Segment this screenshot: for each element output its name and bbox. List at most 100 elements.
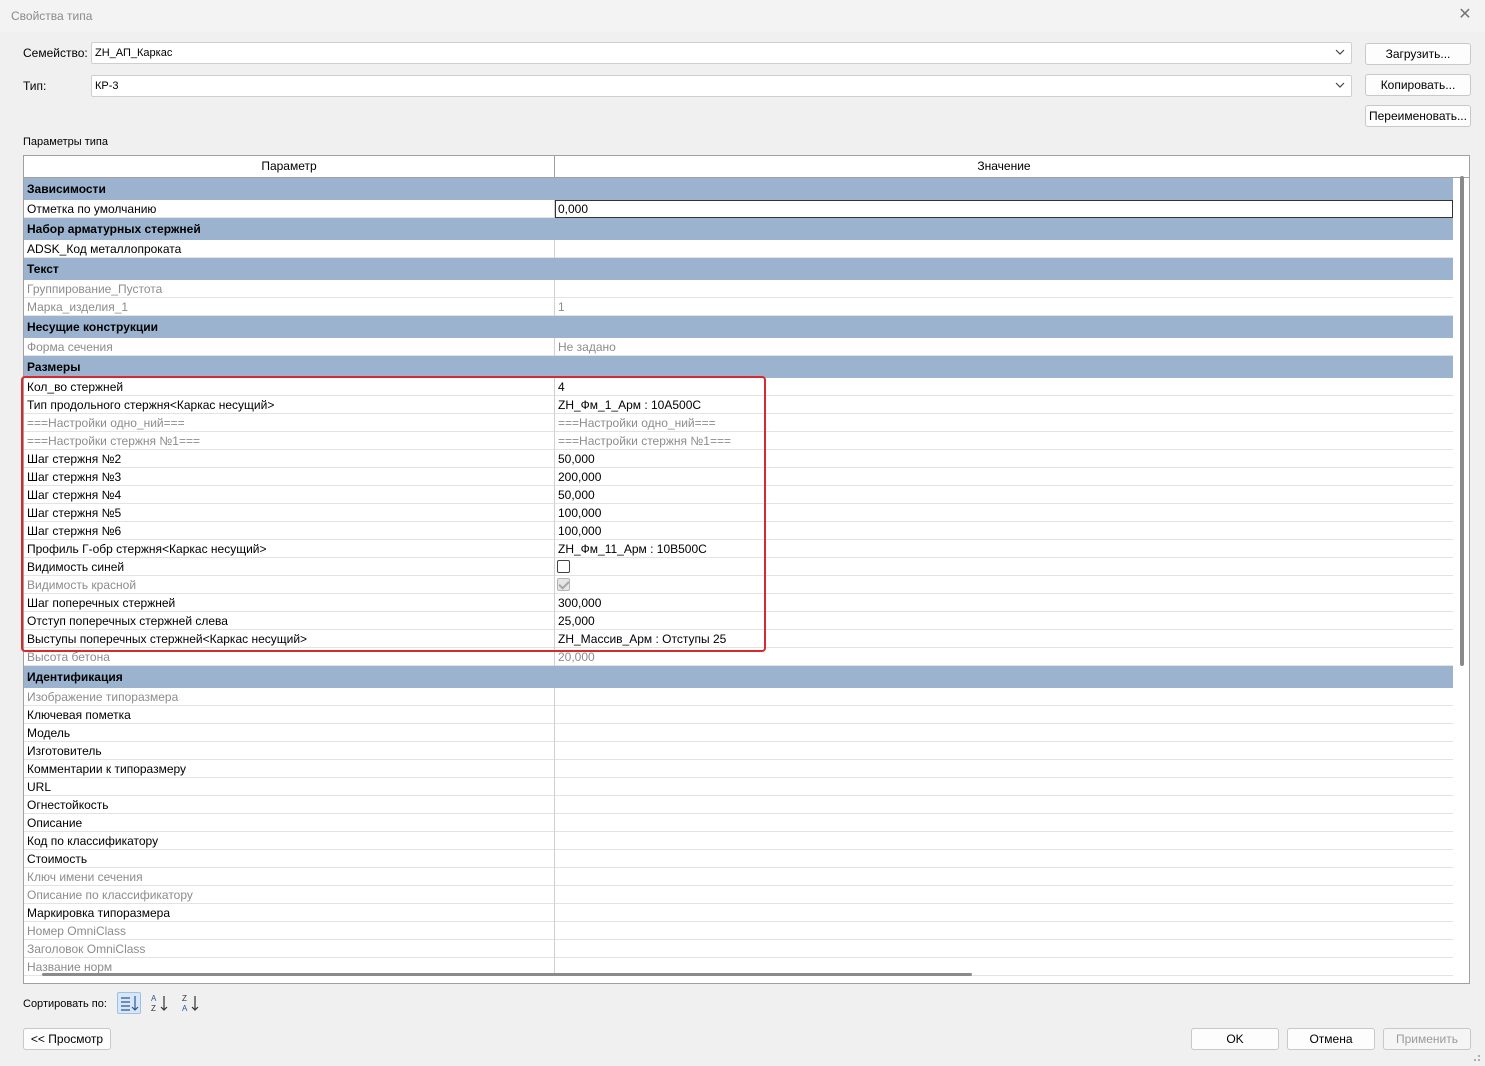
column-divider <box>554 868 555 886</box>
table-row: Изображение типоразмера <box>24 688 1453 706</box>
parameter-value[interactable]: 200,000 <box>558 470 601 484</box>
table-row: Ключ имени сечения <box>24 868 1453 886</box>
sort-label: Сортировать по: <box>23 998 107 1010</box>
column-divider <box>554 796 555 814</box>
window-title: Свойства типа <box>11 9 93 23</box>
parameter-value[interactable]: ZH_Фм_1_Арм : 10А500С <box>558 398 701 412</box>
parameter-value[interactable]: 50,000 <box>558 452 595 466</box>
parameter-value[interactable]: 50,000 <box>558 488 595 502</box>
table-row[interactable]: Маркировка типоразмера <box>24 904 1453 922</box>
value-edit-field[interactable] <box>555 200 1453 218</box>
table-row: Номер OmniClass <box>24 922 1453 940</box>
table-row[interactable]: Шаг стержня №4 50,000 <box>24 486 1453 504</box>
parameter-name: Шаг стержня №5 <box>27 506 122 520</box>
resize-grip-icon[interactable] <box>1471 1052 1481 1062</box>
table-row[interactable]: Шаг поперечных стержней 300,000 <box>24 594 1453 612</box>
family-select[interactable]: ZH_АП_Каркас <box>91 42 1352 64</box>
group-header[interactable]: Несущие конструкции <box>24 316 1453 338</box>
preview-button[interactable]: << Просмотр <box>23 1028 111 1050</box>
parameter-value[interactable]: 100,000 <box>558 524 601 538</box>
sort-az-icon[interactable]: AZ <box>148 992 172 1014</box>
parameter-name: Изображение типоразмера <box>27 690 179 704</box>
column-header-value[interactable]: Значение <box>555 156 1453 177</box>
group-header-label: Зависимости <box>27 182 106 196</box>
column-divider <box>554 940 555 958</box>
table-row: Видимость красной <box>24 576 1453 594</box>
table-row[interactable]: Ключевая пометка <box>24 706 1453 724</box>
group-header[interactable]: Текст <box>24 258 1453 280</box>
horizontal-scrollbar[interactable] <box>42 973 972 976</box>
load-button[interactable]: Загрузить... <box>1365 43 1471 65</box>
table-row[interactable]: Отступ поперечных стержней слева 25,000 <box>24 612 1453 630</box>
parameter-value[interactable]: ZH_Массив_Арм : Отступы 25 <box>558 632 726 646</box>
chevron-down-icon <box>1335 82 1345 88</box>
group-header-label: Несущие конструкции <box>27 320 158 334</box>
group-header-label: Идентификация <box>27 670 123 684</box>
table-row[interactable]: Изготовитель <box>24 742 1453 760</box>
table-row[interactable]: Описание <box>24 814 1453 832</box>
column-header-parameter[interactable]: Параметр <box>24 156 555 177</box>
table-row: Описание по классификатору <box>24 886 1453 904</box>
group-header[interactable]: Зависимости <box>24 178 1453 200</box>
group-header[interactable]: Набор арматурных стержней <box>24 218 1453 240</box>
table-row[interactable]: Код по классификатору <box>24 832 1453 850</box>
close-icon[interactable]: ✕ <box>1453 3 1477 27</box>
table-row[interactable]: Видимость синей <box>24 558 1453 576</box>
table-row[interactable]: Шаг стержня №5 100,000 <box>24 504 1453 522</box>
table-row[interactable]: URL <box>24 778 1453 796</box>
copy-button[interactable]: Копировать... <box>1365 74 1471 96</box>
rename-button[interactable]: Переименовать... <box>1365 105 1471 127</box>
parameter-value[interactable]: 100,000 <box>558 506 601 520</box>
table-row[interactable]: Шаг стержня №2 50,000 <box>24 450 1453 468</box>
ok-button[interactable]: OK <box>1191 1028 1279 1050</box>
parameter-name: Комментарии к типоразмеру <box>27 762 187 776</box>
parameter-value[interactable]: ZH_Фм_11_Арм : 10В500С <box>558 542 707 556</box>
column-divider <box>554 742 555 760</box>
group-sort-icon[interactable] <box>117 992 141 1014</box>
table-row[interactable]: Стоимость <box>24 850 1453 868</box>
column-divider <box>554 706 555 724</box>
table-row[interactable]: Кол_во стержней 4 <box>24 378 1453 396</box>
svg-text:A: A <box>182 1004 188 1013</box>
parameter-name: Кол_во стержней <box>27 380 124 394</box>
column-divider <box>554 850 555 868</box>
type-parameters-table: Параметр Значение Зависимости Отметка по … <box>23 155 1470 984</box>
value-checkbox <box>557 578 570 591</box>
table-row[interactable]: Отметка по умолчанию 0,000 <box>24 200 1453 218</box>
parameter-value[interactable]: 300,000 <box>558 596 601 610</box>
parameter-value: Не задано <box>558 340 616 354</box>
parameter-name: Шаг стержня №6 <box>27 524 122 538</box>
table-row: ===Настройки стержня №1=== ===Настройки с… <box>24 432 1453 450</box>
table-row[interactable]: Комментарии к типоразмеру <box>24 760 1453 778</box>
parameter-value[interactable]: 4 <box>558 380 565 394</box>
sort-za-icon[interactable]: ZA <box>179 992 203 1014</box>
table-row[interactable]: Модель <box>24 724 1453 742</box>
title-bar: Свойства типа ✕ <box>0 0 1485 32</box>
column-divider <box>554 540 555 558</box>
column-divider <box>554 688 555 706</box>
table-row[interactable]: Профиль Г-обр стержня<Каркас несущий> ZH_… <box>24 540 1453 558</box>
table-row[interactable]: Тип продольного стержня<Каркас несущий> Z… <box>24 396 1453 414</box>
group-header[interactable]: Идентификация <box>24 666 1453 688</box>
table-body: Зависимости Отметка по умолчанию 0,000 Набо… <box>24 178 1453 976</box>
table-row[interactable]: Шаг стержня №6 100,000 <box>24 522 1453 540</box>
table-row[interactable]: ADSK_Код металлопроката <box>24 240 1453 258</box>
table-row[interactable]: Выступы поперечных стержней<Каркас несущ… <box>24 630 1453 648</box>
group-header[interactable]: Размеры <box>24 356 1453 378</box>
cancel-button[interactable]: Отмена <box>1287 1028 1375 1050</box>
table-row: Заголовок OmniClass <box>24 940 1453 958</box>
parameter-name: ===Настройки стержня №1=== <box>27 434 200 448</box>
parameter-value[interactable]: 0,000 <box>558 202 588 216</box>
value-checkbox[interactable] <box>557 560 570 573</box>
parameter-value: ===Настройки одно_ний=== <box>558 416 716 430</box>
parameter-name: Высота бетона <box>27 650 110 664</box>
apply-button[interactable]: Применить <box>1383 1028 1471 1050</box>
parameter-name: Шаг стержня №2 <box>27 452 122 466</box>
parameter-value[interactable]: 25,000 <box>558 614 595 628</box>
column-divider <box>554 558 555 576</box>
vertical-scrollbar[interactable] <box>1460 176 1464 666</box>
column-divider <box>554 396 555 414</box>
type-select[interactable]: КР-3 <box>91 75 1352 97</box>
table-row[interactable]: Огнестойкость <box>24 796 1453 814</box>
table-row[interactable]: Шаг стержня №3 200,000 <box>24 468 1453 486</box>
